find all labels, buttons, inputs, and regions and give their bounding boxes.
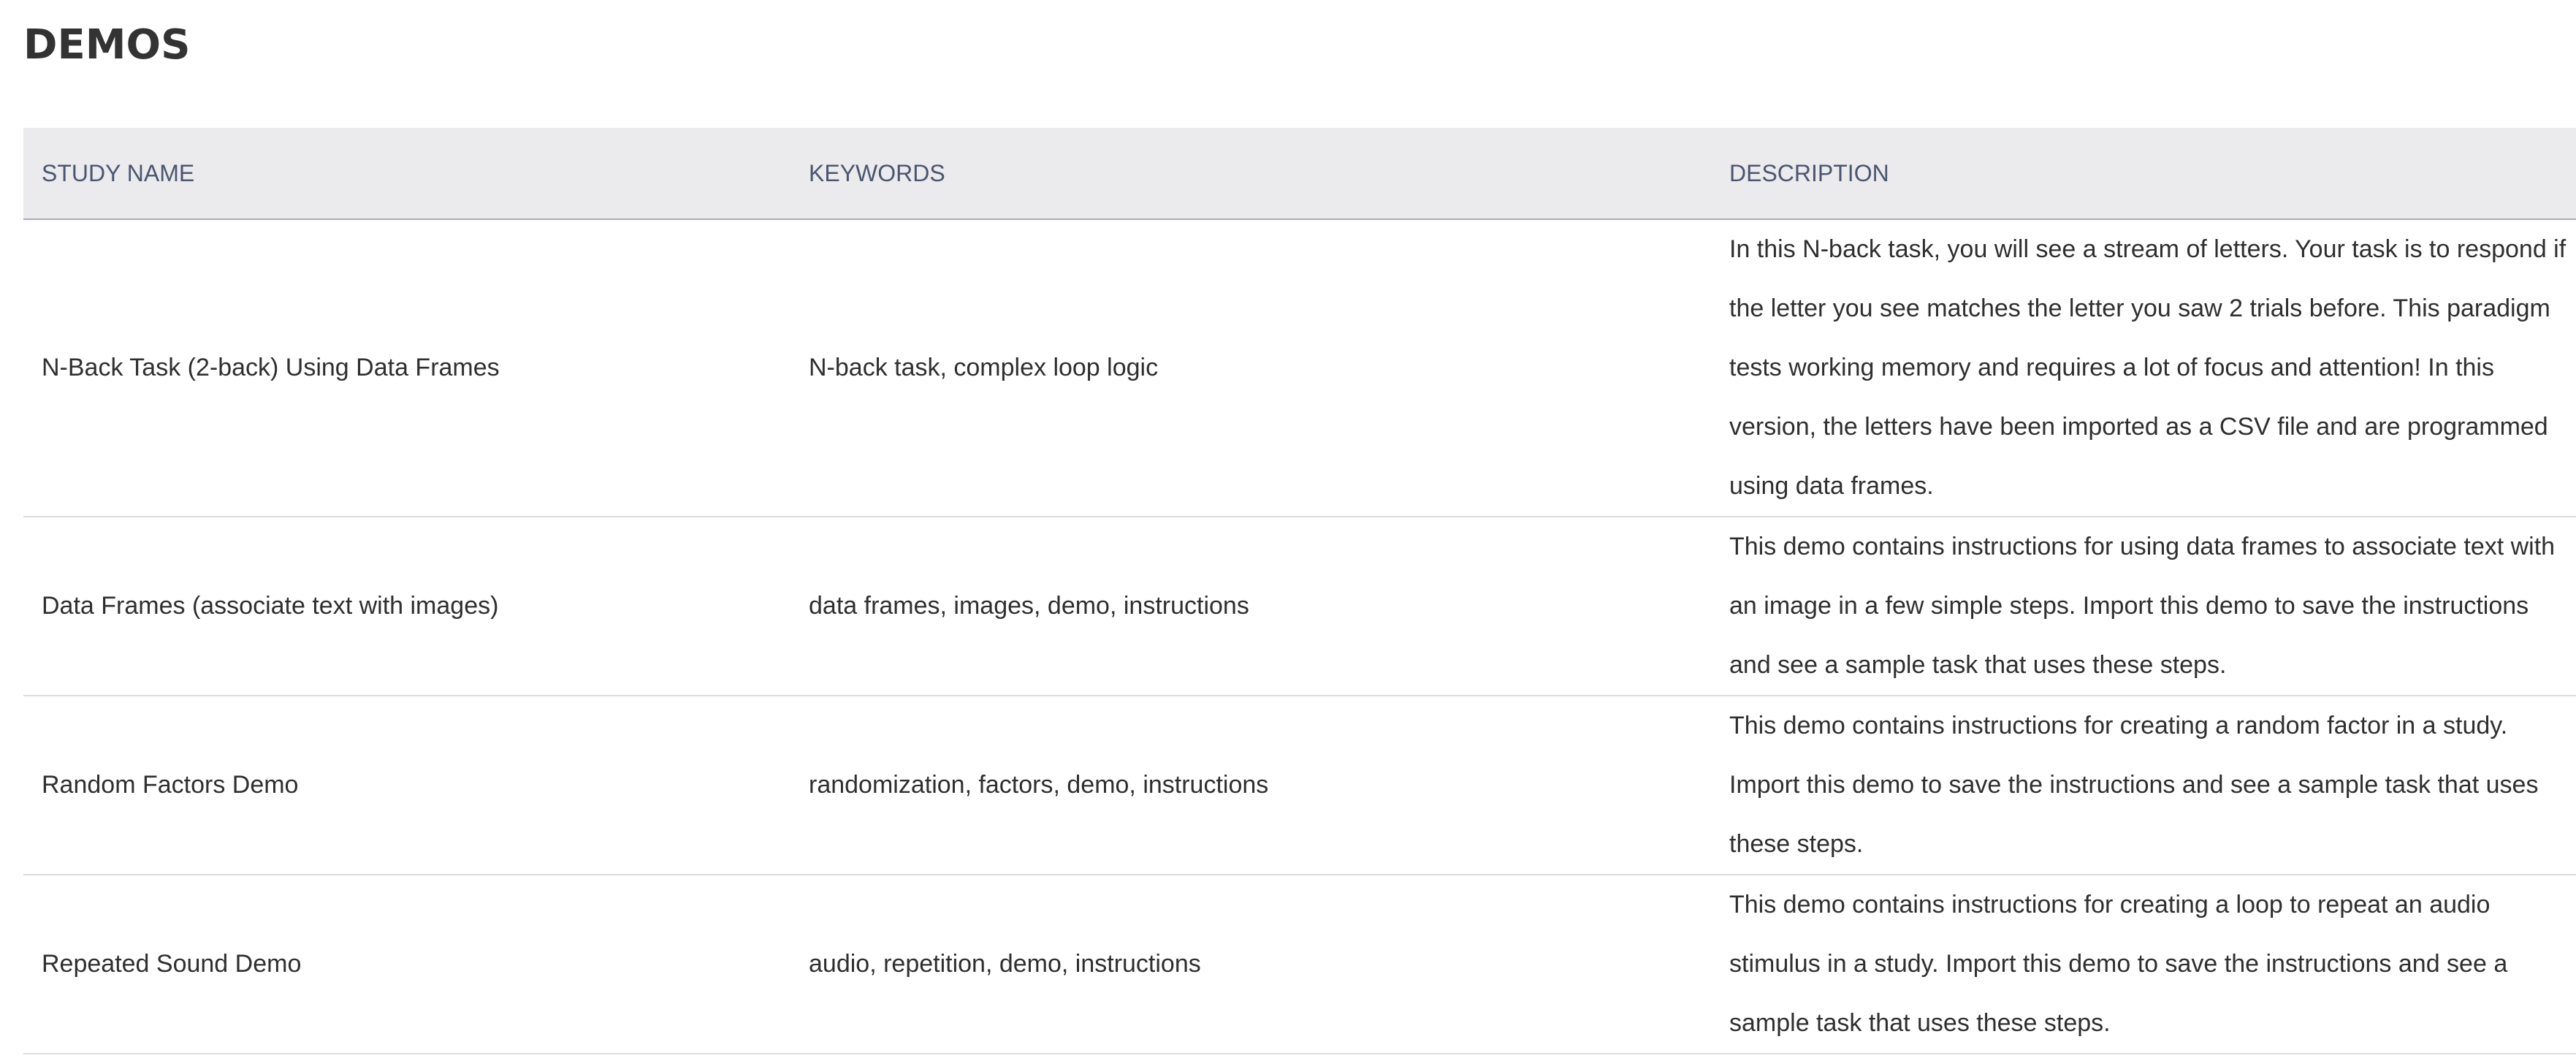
description-line: This demo contains instructions for crea… (1729, 891, 2491, 919)
description-cell: In this N-back task, you will see a stre… (1711, 219, 2576, 517)
table-header-row: STUDY NAME KEYWORDS DESCRIPTION (23, 128, 2576, 220)
keywords-cell: randomization, factors, demo, instructio… (790, 696, 1711, 875)
study-name-cell[interactable]: N-Back Task (2-back) Using Data Frames (23, 219, 790, 517)
table-body: N-Back Task (2-back) Using Data Frames N… (23, 219, 2576, 1054)
column-header-keywords[interactable]: KEYWORDS (790, 128, 1711, 220)
table-row[interactable]: Random Factors Demo randomization, facto… (23, 696, 2576, 875)
study-name-cell[interactable]: Repeated Sound Demo (23, 875, 790, 1054)
description-line: version, the letters have been imported … (1729, 413, 2548, 441)
keywords-cell: audio, repetition, demo, instructions (790, 875, 1711, 1054)
description-line: and see a sample task that uses these st… (1729, 651, 2227, 679)
description-line: using data frames. (1729, 472, 1934, 500)
table-row[interactable]: Data Frames (associate text with images)… (23, 517, 2576, 696)
description-cell: This demo contains instructions for usin… (1711, 517, 2576, 696)
description-line: Import this demo to save the instruction… (1729, 771, 2539, 799)
description-line: This demo contains instructions for usin… (1729, 533, 2556, 560)
demos-table: STUDY NAME KEYWORDS DESCRIPTION N-Back T… (23, 128, 2576, 1054)
table-row[interactable]: Repeated Sound Demo audio, repetition, d… (23, 875, 2576, 1054)
description-cell: This demo contains instructions for crea… (1711, 696, 2576, 875)
column-header-description[interactable]: DESCRIPTION (1711, 128, 2576, 220)
column-header-study-name[interactable]: STUDY NAME (23, 128, 790, 220)
table-row[interactable]: N-Back Task (2-back) Using Data Frames N… (23, 219, 2576, 517)
demos-table-container: STUDY NAME KEYWORDS DESCRIPTION N-Back T… (23, 128, 2576, 1054)
description-line: In this N-back task, you will see a stre… (1729, 235, 2567, 263)
keywords-cell: N-back task, complex loop logic (790, 219, 1711, 517)
table-header: STUDY NAME KEYWORDS DESCRIPTION (23, 128, 2576, 220)
description-line: an image in a few simple steps. Import t… (1729, 592, 2529, 620)
description-line: the letter you see matches the letter yo… (1729, 294, 2550, 322)
description-cell: This demo contains instructions for crea… (1711, 875, 2576, 1054)
description-line: sample task that uses these steps. (1729, 1009, 2111, 1037)
description-line: stimulus in a study. Import this demo to… (1729, 950, 2508, 978)
keywords-cell: data frames, images, demo, instructions (790, 517, 1711, 696)
description-line: tests working memory and requires a lot … (1729, 354, 2494, 381)
study-name-cell[interactable]: Data Frames (associate text with images) (23, 517, 790, 696)
study-name-cell[interactable]: Random Factors Demo (23, 696, 790, 875)
page-title: DEMOS (23, 21, 191, 69)
description-line: these steps. (1729, 830, 1864, 858)
description-line: This demo contains instructions for crea… (1729, 712, 2508, 739)
